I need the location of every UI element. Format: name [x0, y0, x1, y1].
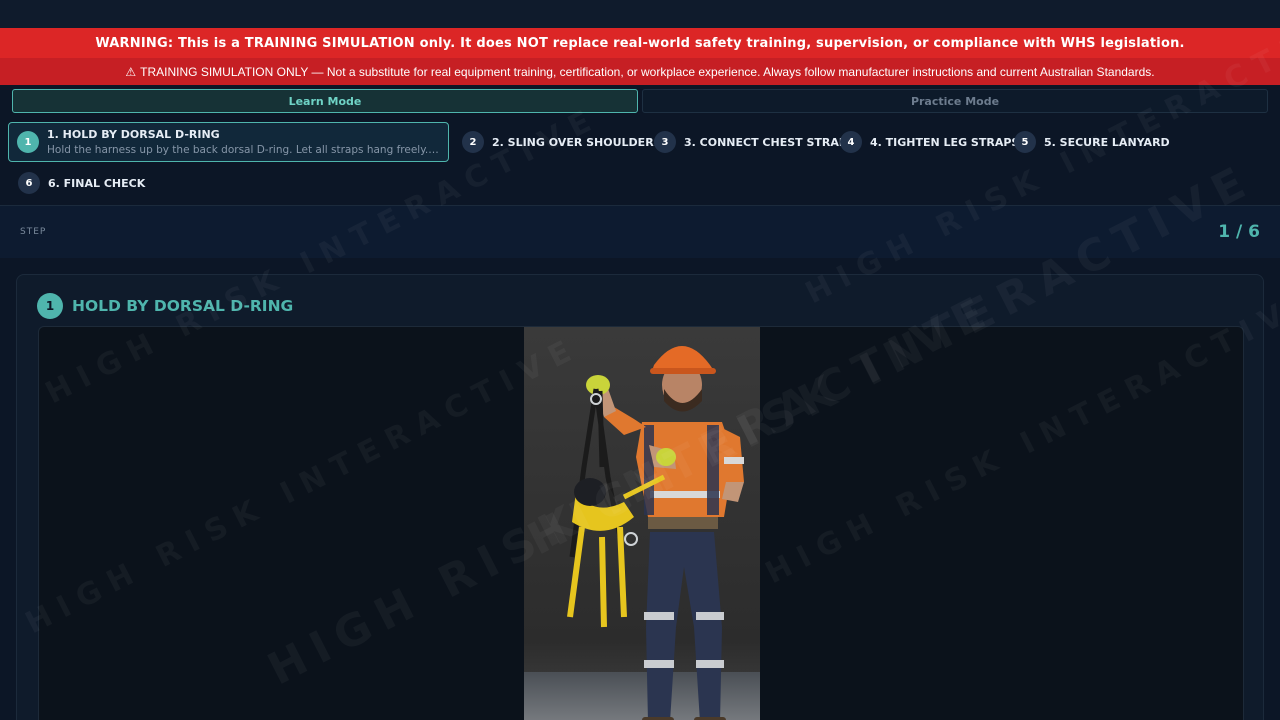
step-list: 1 1. HOLD BY DORSAL D-RING Hold the harn…: [8, 121, 1272, 201]
mode-switch: Learn Mode Practice Mode: [12, 89, 1268, 113]
warning-triangle-icon: ⚠: [125, 64, 137, 79]
current-step-title: HOLD BY DORSAL D-RING: [72, 297, 294, 315]
simulation-notice-banner: ⚠ TRAINING SIMULATION ONLY — Not a subst…: [0, 58, 1280, 85]
step-description: Hold the harness up by the back dorsal D…: [47, 144, 440, 156]
step-item-6[interactable]: 6 6. FINAL CHECK: [18, 172, 145, 194]
training-warning-banner: WARNING: This is a TRAINING SIMULATION o…: [0, 28, 1280, 58]
top-bar: [0, 0, 1280, 28]
step-item-1[interactable]: 1 1. HOLD BY DORSAL D-RING Hold the harn…: [8, 122, 449, 162]
worker-holding-harness-image: [524, 327, 760, 720]
practice-mode-tab[interactable]: Practice Mode: [642, 89, 1268, 113]
step-progress-bar: STEP 1 / 6: [0, 206, 1280, 258]
step-label: 4. TIGHTEN LEG STRAPS: [870, 135, 1020, 149]
step-counter: 1 / 6: [1218, 222, 1260, 242]
step-label: 5. SECURE LANYARD: [1044, 135, 1170, 149]
step-label: 6. FINAL CHECK: [48, 176, 146, 190]
step-caption: STEP: [20, 227, 47, 237]
step-item-5[interactable]: 5 5. SECURE LANYARD: [1014, 131, 1170, 153]
step-item-3[interactable]: 3 3. CONNECT CHEST STRAP: [654, 131, 847, 153]
step-label: 1. HOLD BY DORSAL D-RING: [47, 128, 220, 141]
learn-mode-tab[interactable]: Learn Mode: [12, 89, 638, 113]
step-number-badge: 1: [17, 131, 39, 153]
step-item-4[interactable]: 4 4. TIGHTEN LEG STRAPS: [840, 131, 1019, 153]
step-label: 3. CONNECT CHEST STRAP: [684, 135, 847, 149]
step-card: 1 HOLD BY DORSAL D-RING: [16, 274, 1264, 720]
simulation-notice-text: TRAINING SIMULATION ONLY — Not a substit…: [140, 64, 1155, 79]
training-warning-text: WARNING: This is a TRAINING SIMULATION o…: [95, 35, 1185, 51]
step-number-badge: 3: [654, 131, 676, 153]
step-number-badge: 6: [18, 172, 40, 194]
step-item-2[interactable]: 2 2. SLING OVER SHOULDERS: [462, 131, 662, 153]
step-card-header: 1 HOLD BY DORSAL D-RING: [37, 293, 293, 319]
step-number-badge: 2: [462, 131, 484, 153]
current-step-badge: 1: [37, 293, 63, 319]
step-number-badge: 4: [840, 131, 862, 153]
illustration-stage: [38, 326, 1244, 720]
step-number-badge: 5: [1014, 131, 1036, 153]
step-label: 2. SLING OVER SHOULDERS: [492, 135, 662, 149]
